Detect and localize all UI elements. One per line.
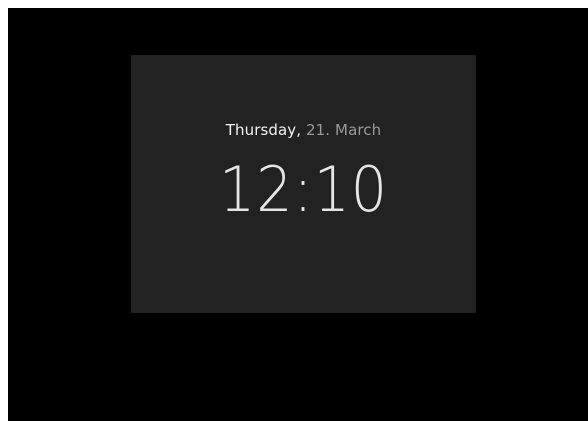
day-month-label: 21. March bbox=[301, 121, 382, 139]
clock-widget: Thursday, 21. March 12:10 bbox=[131, 55, 476, 313]
weekday-label: Thursday, bbox=[225, 121, 302, 139]
lock-screen: Thursday, 21. March 12:10 bbox=[8, 8, 588, 421]
time-display: 12:10 bbox=[219, 153, 388, 226]
date-display: Thursday, 21. March bbox=[131, 121, 476, 139]
